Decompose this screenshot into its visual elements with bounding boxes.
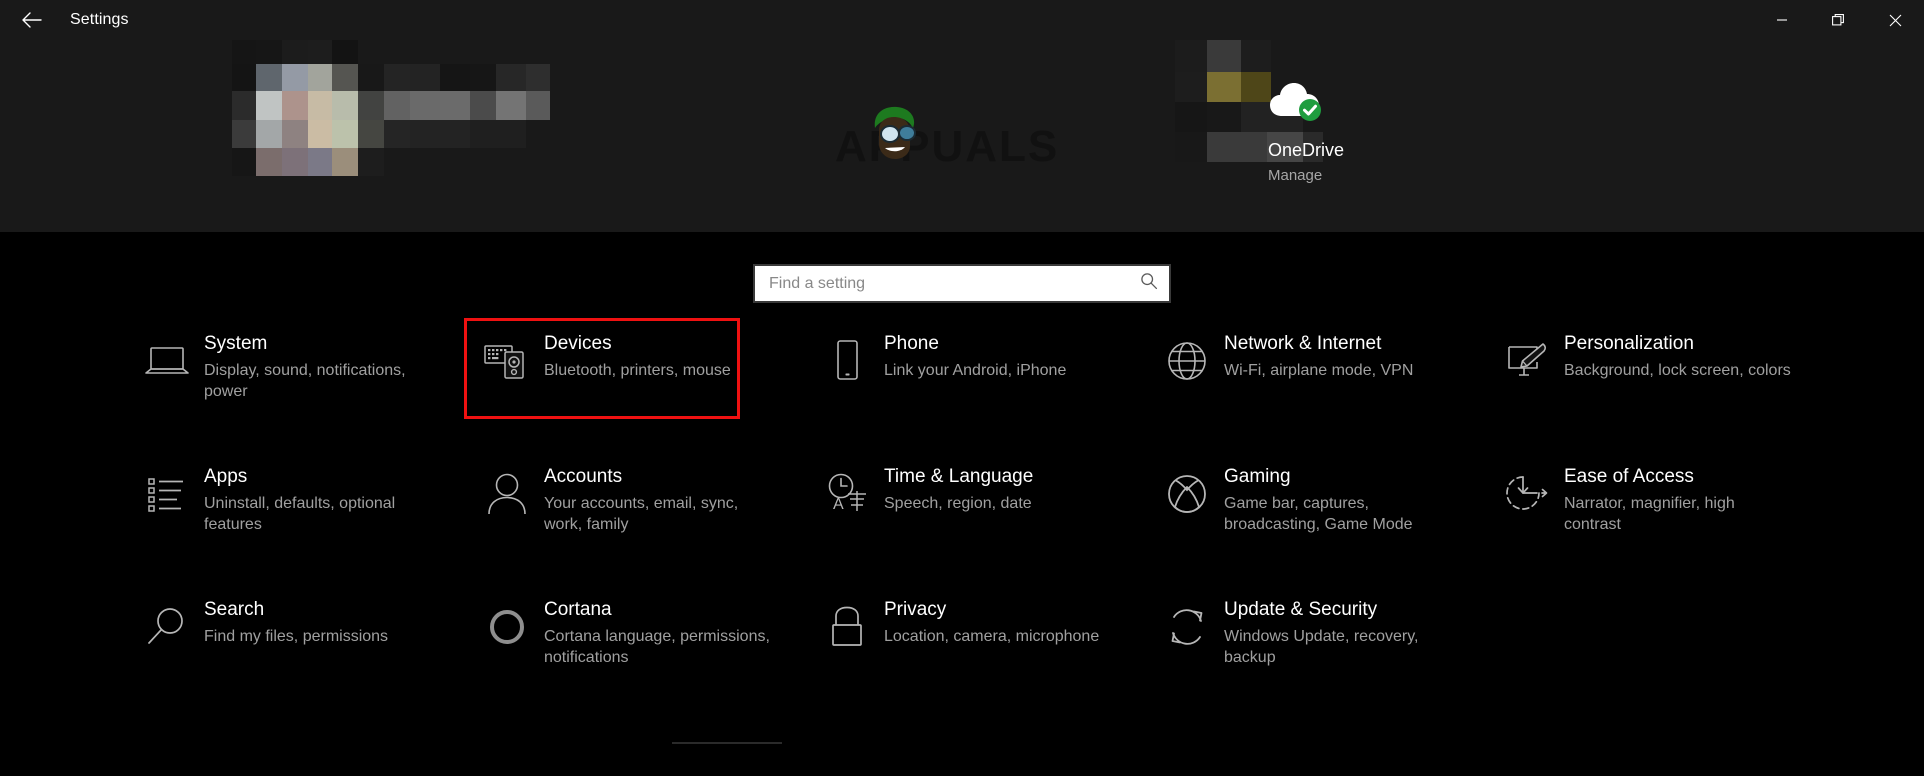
person-icon <box>470 464 544 522</box>
search-input[interactable] <box>755 266 1129 301</box>
settings-tile-time-language[interactable]: A Time & Language Speech, region, date <box>810 448 1150 581</box>
maximize-button[interactable] <box>1810 0 1867 40</box>
tile-text: Gaming Game bar, captures, broadcasting,… <box>1224 464 1456 535</box>
settings-tile-update-security[interactable]: Update & Security Windows Update, recove… <box>1150 581 1490 714</box>
tile-title: Update & Security <box>1224 599 1378 620</box>
tile-subtitle: Link your Android, iPhone <box>884 362 1067 379</box>
tile-text: Privacy Location, camera, microphone <box>884 597 1099 647</box>
minimize-icon <box>1776 14 1788 26</box>
tile-text: Network & Internet Wi-Fi, airplane mode,… <box>1224 331 1413 381</box>
devices-icon <box>470 331 544 389</box>
close-button[interactable] <box>1867 0 1924 40</box>
settings-tile-privacy[interactable]: Privacy Location, camera, microphone <box>810 581 1150 714</box>
settings-row: Search Find my files, permissions Cortan… <box>0 581 1924 714</box>
settings-tile-phone[interactable]: Phone Link your Android, iPhone <box>810 315 1150 448</box>
tile-subtitle: Background, lock screen, colors <box>1564 362 1791 379</box>
tile-title: Search <box>204 599 265 620</box>
onedrive-label: OneDrive <box>1268 140 1345 160</box>
tile-title: System <box>204 333 268 354</box>
refresh-sync-icon <box>1150 597 1224 655</box>
search-icon <box>1140 272 1158 295</box>
maximize-restore-icon <box>1832 13 1845 27</box>
tile-title: Gaming <box>1224 466 1291 487</box>
xbox-icon <box>1150 464 1224 522</box>
tile-subtitle: Wi-Fi, airplane mode, VPN <box>1224 362 1414 379</box>
svg-text:A: A <box>833 496 844 513</box>
settings-tile-apps[interactable]: Apps Uninstall, defaults, optional featu… <box>130 448 470 581</box>
tile-title: Phone <box>884 333 939 354</box>
tile-title: Apps <box>204 466 248 487</box>
settings-tile-personalization[interactable]: Personalization Background, lock screen,… <box>1490 315 1830 448</box>
settings-row: Apps Uninstall, defaults, optional featu… <box>0 448 1924 581</box>
tile-subtitle: Cortana language, permissions, notificat… <box>544 628 770 666</box>
onedrive-account-block[interactable]: OneDrive Manage <box>1268 78 1498 184</box>
minimize-button[interactable] <box>1753 0 1810 40</box>
tile-text: Apps Uninstall, defaults, optional featu… <box>204 464 436 535</box>
tile-text: Search Find my files, permissions <box>204 597 388 647</box>
tile-title: Personalization <box>1564 333 1694 354</box>
close-icon <box>1889 14 1902 27</box>
search-button[interactable] <box>1129 266 1169 301</box>
tile-subtitle: Display, sound, notifications, power <box>204 362 406 400</box>
settings-tile-network-internet[interactable]: Network & Internet Wi-Fi, airplane mode,… <box>1150 315 1490 448</box>
tile-text: Ease of Access Narrator, magnifier, high… <box>1564 464 1796 535</box>
tile-text: Phone Link your Android, iPhone <box>884 331 1066 381</box>
laptop-icon <box>130 331 204 389</box>
lock-icon <box>810 597 884 655</box>
onedrive-cloud-icon <box>1268 78 1324 122</box>
onedrive-manage-link[interactable]: Manage <box>1268 167 1498 184</box>
next-row-divider <box>672 742 782 744</box>
tile-subtitle: Find my files, permissions <box>204 628 389 645</box>
personalization-brush-icon <box>1490 331 1564 389</box>
clock-language-icon: A <box>810 464 884 522</box>
settings-tile-gaming[interactable]: Gaming Game bar, captures, broadcasting,… <box>1150 448 1490 581</box>
tile-title: Accounts <box>544 466 623 487</box>
tile-title: Privacy <box>884 599 947 620</box>
tile-subtitle: Bluetooth, printers, mouse <box>544 362 731 379</box>
tile-text: Update & Security Windows Update, recove… <box>1224 597 1456 668</box>
settings-tile-search[interactable]: Search Find my files, permissions <box>130 581 470 714</box>
tile-text: Personalization Background, lock screen,… <box>1564 331 1791 381</box>
page-title: Settings <box>70 11 129 28</box>
window-controls <box>1753 0 1924 40</box>
back-button[interactable] <box>8 0 56 40</box>
settings-row: System Display, sound, notifications, po… <box>0 315 1924 448</box>
tile-text: Time & Language Speech, region, date <box>884 464 1033 514</box>
tile-text: Devices Bluetooth, printers, mouse <box>544 331 731 381</box>
tile-title: Network & Internet <box>1224 333 1382 354</box>
tile-subtitle: Location, camera, microphone <box>884 628 1100 645</box>
tile-title: Devices <box>544 333 612 354</box>
search-box[interactable] <box>753 264 1171 303</box>
settings-grid: System Display, sound, notifications, po… <box>0 315 1924 714</box>
tile-subtitle: Game bar, captures, broadcasting, Game M… <box>1224 495 1413 533</box>
title-bar: Settings <box>0 0 1924 40</box>
back-arrow-icon <box>21 11 43 29</box>
tile-subtitle: Windows Update, recovery, backup <box>1224 628 1419 666</box>
tile-text: System Display, sound, notifications, po… <box>204 331 436 402</box>
tile-subtitle: Speech, region, date <box>884 495 1032 512</box>
tile-subtitle: Your accounts, email, sync, work, family <box>544 495 739 533</box>
settings-tile-ease-of-access[interactable]: Ease of Access Narrator, magnifier, high… <box>1490 448 1830 581</box>
ease-of-access-icon <box>1490 464 1564 522</box>
settings-tile-accounts[interactable]: Accounts Your accounts, email, sync, wor… <box>470 448 810 581</box>
magnifier-icon <box>130 597 204 655</box>
tile-title: Time & Language <box>884 466 1034 487</box>
settings-tile-cortana[interactable]: Cortana Cortana language, permissions, n… <box>470 581 810 714</box>
tile-title: Ease of Access <box>1564 466 1694 487</box>
phone-icon <box>810 331 884 389</box>
tile-text: Accounts Your accounts, email, sync, wor… <box>544 464 776 535</box>
settings-body: System Display, sound, notifications, po… <box>0 232 1924 776</box>
apps-list-icon <box>130 464 204 522</box>
tile-text: Cortana Cortana language, permissions, n… <box>544 597 776 668</box>
globe-icon <box>1150 331 1224 389</box>
tile-subtitle: Uninstall, defaults, optional features <box>204 495 396 533</box>
settings-tile-devices[interactable]: Devices Bluetooth, printers, mouse <box>464 315 810 448</box>
cortana-ring-icon <box>470 597 544 655</box>
tile-title: Cortana <box>544 599 612 620</box>
settings-tile-system[interactable]: System Display, sound, notifications, po… <box>130 315 470 448</box>
tile-subtitle: Narrator, magnifier, high contrast <box>1564 495 1735 533</box>
appuals-watermark: APPUALS <box>835 106 1095 176</box>
